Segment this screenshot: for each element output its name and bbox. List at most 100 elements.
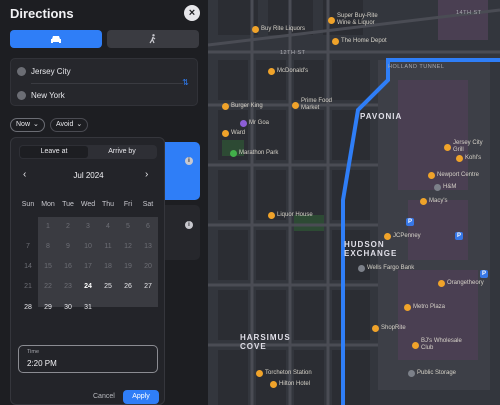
calendar-day[interactable]: 5: [118, 218, 138, 235]
poi[interactable]: Liquor House: [268, 212, 313, 219]
pin-icon: [222, 130, 229, 137]
poi[interactable]: Prime Food Market: [292, 98, 332, 112]
divider: [31, 83, 183, 84]
chevron-right-icon[interactable]: ›: [145, 169, 148, 180]
calendar-day[interactable]: 20: [138, 258, 158, 275]
parking-icon[interactable]: P: [406, 218, 414, 226]
pin-icon: [292, 101, 299, 109]
route-inputs: Jersey City New York ⇅: [10, 58, 198, 106]
poi[interactable]: Burger King: [222, 103, 263, 110]
avoid-dropdown[interactable]: Avoid ⌄: [50, 118, 89, 132]
walk-mode-button[interactable]: [107, 30, 199, 48]
close-button[interactable]: ×: [184, 5, 200, 21]
poi[interactable]: McDonald's: [268, 68, 308, 75]
calendar-day[interactable]: 19: [118, 258, 138, 275]
pin-icon: [222, 103, 229, 110]
selected-day[interactable]: 24: [78, 276, 98, 296]
parking-icon[interactable]: P: [455, 232, 463, 240]
poi[interactable]: Jersey City Grill: [444, 140, 483, 154]
pin-icon: [268, 212, 275, 219]
pin-icon: [328, 16, 335, 24]
poi[interactable]: Wells Fargo Bank: [358, 265, 414, 272]
calendar-day[interactable]: 22: [38, 278, 58, 295]
poi[interactable]: The Home Depot: [332, 38, 387, 45]
poi[interactable]: BJ's Wholesale Club: [412, 338, 462, 352]
calendar-day[interactable]: 11: [98, 238, 118, 255]
calendar-day[interactable]: 10: [78, 238, 98, 255]
poi[interactable]: Metro Plaza: [404, 304, 445, 311]
poi[interactable]: JCPenney: [384, 233, 421, 240]
calendar-day[interactable]: 17: [78, 258, 98, 275]
calendar-day[interactable]: 27: [138, 278, 158, 295]
calendar-day[interactable]: 30: [58, 299, 78, 316]
pin-icon: [252, 26, 259, 33]
tab-leave-at[interactable]: Leave at: [20, 146, 88, 158]
calendar-day[interactable]: 3: [78, 218, 98, 235]
destination-field[interactable]: New York: [17, 87, 65, 103]
poi[interactable]: Public Storage: [408, 370, 456, 377]
pin-icon: [434, 184, 441, 191]
location-icon: [17, 90, 26, 100]
poi[interactable]: Buy Rite Liquors: [252, 26, 305, 33]
calendar-day[interactable]: 12: [118, 238, 138, 255]
calendar-day[interactable]: 7: [18, 238, 38, 255]
calendar-day[interactable]: 9: [58, 238, 78, 255]
poi[interactable]: Marathon Park: [230, 150, 278, 157]
calendar-day[interactable]: 18: [98, 258, 118, 275]
walking-icon: [149, 34, 156, 44]
poi[interactable]: Orangetheory: [438, 280, 484, 287]
calendar-day[interactable]: 14: [18, 258, 38, 275]
calendar-day[interactable]: 13: [138, 238, 158, 255]
calendar-day[interactable]: 28: [18, 299, 38, 316]
now-dropdown[interactable]: Now ⌄: [10, 118, 45, 132]
pin-icon: [240, 120, 247, 127]
chevron-down-icon: ⌄: [76, 121, 83, 128]
pin-icon: [256, 370, 263, 377]
pin-icon: [428, 172, 435, 179]
poi[interactable]: Super Buy-Rite Wine & Liquor: [328, 13, 378, 27]
cancel-button[interactable]: Cancel: [93, 393, 115, 400]
poi[interactable]: Mr Goa: [240, 120, 269, 127]
calendar-day[interactable]: 23: [58, 278, 78, 295]
tab-arrive-by[interactable]: Arrive by: [88, 146, 156, 158]
now-label: Now: [16, 121, 31, 128]
poi[interactable]: Macy's: [420, 198, 447, 205]
origin-text: Jersey City: [31, 66, 71, 76]
calendar-day[interactable]: 2: [58, 218, 78, 235]
pin-icon: [438, 280, 445, 287]
poi[interactable]: Hilton Hotel: [270, 381, 310, 388]
poi[interactable]: Kohl's: [456, 155, 481, 162]
avoid-label: Avoid: [56, 121, 74, 128]
drive-mode-button[interactable]: [10, 30, 102, 48]
calendar-day[interactable]: 26: [118, 278, 138, 295]
month-label: Jul 2024: [73, 171, 104, 180]
calendar-day[interactable]: 6: [138, 218, 158, 235]
street-label: HOLLAND TUNNEL: [388, 64, 445, 70]
info-icon[interactable]: i: [185, 157, 193, 165]
time-input[interactable]: Time 2:20 PM: [18, 345, 158, 373]
poi[interactable]: Torcheton Station: [256, 370, 312, 377]
map-view[interactable]: 14TH ST 12TH ST HOLLAND TUNNEL PAVONIA H…: [208, 0, 500, 405]
calendar-day[interactable]: 1: [38, 218, 58, 235]
directions-panel: Directions × Jersey City New York ⇅ Now …: [0, 0, 208, 405]
calendar-day[interactable]: 4: [98, 218, 118, 235]
weekday-label: Mon: [41, 201, 55, 208]
poi[interactable]: H&M: [434, 184, 456, 191]
apply-button[interactable]: Apply: [123, 390, 159, 404]
calendar-day[interactable]: 16: [58, 258, 78, 275]
origin-field[interactable]: Jersey City: [17, 63, 71, 79]
calendar-day[interactable]: 29: [38, 299, 58, 316]
poi[interactable]: ShopRite: [372, 325, 406, 332]
calendar-day[interactable]: 25: [98, 278, 118, 295]
calendar-day[interactable]: 31: [78, 299, 98, 316]
poi[interactable]: Newport Centre: [428, 172, 479, 179]
swap-button[interactable]: ⇅: [179, 76, 192, 89]
calendar-day[interactable]: 8: [38, 238, 58, 255]
pin-icon: [270, 381, 277, 388]
poi[interactable]: Ward: [222, 130, 245, 137]
parking-icon[interactable]: P: [480, 270, 488, 278]
pin-icon: [444, 143, 451, 151]
calendar-day[interactable]: 21: [18, 278, 38, 295]
calendar-day[interactable]: 15: [38, 258, 58, 275]
info-icon[interactable]: i: [185, 221, 193, 229]
